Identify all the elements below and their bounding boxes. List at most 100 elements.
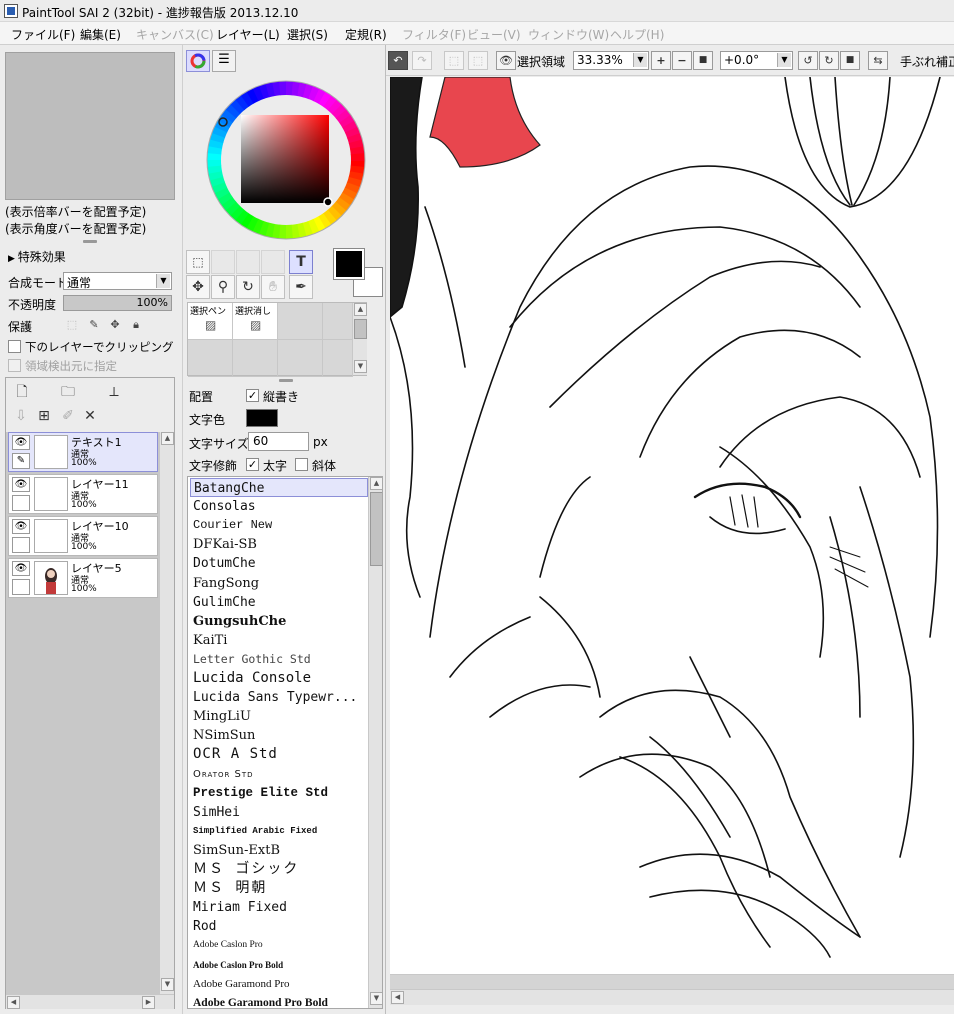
layer-list-scrollbar[interactable]: ▲ ▼ <box>159 432 174 994</box>
italic-checkbox[interactable] <box>295 458 308 471</box>
zoom-reset-icon[interactable]: ■ <box>693 51 713 70</box>
font-list-item[interactable]: Letter Gothic Std <box>190 650 368 669</box>
font-list-item[interactable]: DotumChe <box>190 554 368 573</box>
brush-cell-empty[interactable] <box>278 340 323 377</box>
protect-move-icon[interactable]: ✥ <box>107 317 123 333</box>
splitter-handle[interactable] <box>83 240 97 243</box>
edit-pencil-icon[interactable]: ✎ <box>12 453 30 469</box>
scroll-up-icon[interactable]: ▲ <box>354 303 367 316</box>
font-list-item[interactable]: Miriam Fixed <box>190 898 368 917</box>
font-list-item[interactable]: Courier New <box>190 516 368 535</box>
new-folder-icon[interactable]: 🗀︎ <box>58 382 78 402</box>
region-source-checkbox[interactable] <box>8 359 21 372</box>
layer-row[interactable]: 👁︎ レイヤー11 通常 100% <box>8 474 158 514</box>
deselect-icon[interactable]: ⬚ <box>444 51 464 70</box>
brush-cell-selection-eraser[interactable]: 選択消し ▨ <box>233 303 278 340</box>
font-list-item[interactable]: Prestige Elite Std <box>190 784 368 803</box>
protect-paint-icon[interactable]: ✎ <box>86 317 102 333</box>
edit-slot[interactable] <box>12 537 30 553</box>
scroll-right-icon[interactable]: ▶ <box>142 996 155 1009</box>
scroll-left-icon[interactable]: ◀ <box>391 991 404 1004</box>
rotate-ccw-icon[interactable]: ↺ <box>798 51 818 70</box>
vertical-checkbox[interactable]: ✓ <box>246 389 259 402</box>
font-list-item[interactable]: Orator Std <box>190 765 368 784</box>
font-list-item[interactable]: Simplified Arabic Fixed <box>190 822 368 841</box>
tool-slot[interactable] <box>261 250 285 274</box>
layer-row[interactable]: 👁︎ レイヤー10 通常 100% <box>8 516 158 556</box>
canvas-hscrollbar[interactable]: ◀ <box>390 989 954 1005</box>
transfer-down-icon[interactable]: ⇩ <box>11 406 31 426</box>
menu-help[interactable]: ヘルプ(H) <box>610 26 664 43</box>
color-wheel-tab[interactable] <box>186 50 210 72</box>
brush-cell-empty[interactable] <box>323 340 353 377</box>
brush-cell-empty[interactable] <box>278 303 323 340</box>
effects-expander[interactable]: ▶ 特殊効果 <box>8 248 66 265</box>
edit-slot[interactable] <box>12 579 30 595</box>
new-ruler-icon[interactable]: ⟂ <box>104 382 124 402</box>
font-list-item[interactable]: Lucida Sans Typewr... <box>190 688 368 707</box>
visibility-eye-icon[interactable]: 👁︎ <box>12 477 30 492</box>
menu-layer[interactable]: レイヤー(L) <box>216 26 280 43</box>
splitter-handle[interactable] <box>279 379 293 382</box>
selection-visibility-eye-icon[interactable]: 👁︎ <box>496 51 516 70</box>
invert-selection-icon[interactable]: ⬚ <box>468 51 488 70</box>
font-list-item[interactable]: Adobe Caslon Pro <box>190 936 368 955</box>
menu-filter[interactable]: フィルタ(F) <box>402 26 466 43</box>
blend-mode-select[interactable]: 通常 ▼ <box>63 272 172 290</box>
menu-file[interactable]: ファイル(F) <box>11 26 75 43</box>
font-list-scrollbar[interactable]: ▲ ▼ <box>368 477 382 1008</box>
brush-cell-empty[interactable] <box>188 340 233 377</box>
font-list-item[interactable]: DFKai-SB <box>190 535 368 554</box>
opacity-slider[interactable]: 100% <box>63 295 172 311</box>
scroll-left-icon[interactable]: ◀ <box>7 996 20 1009</box>
layer-row[interactable]: 👁︎ レイヤー5 通常 100% <box>8 558 158 598</box>
brush-cell-empty[interactable] <box>323 303 353 340</box>
new-layer-icon[interactable]: 🗋︎ <box>12 382 32 402</box>
move-icon[interactable]: ✥ <box>186 275 210 299</box>
text-size-input[interactable]: 60 <box>248 432 309 451</box>
scroll-thumb[interactable] <box>370 492 382 566</box>
font-list-item[interactable]: GungsuhChe <box>190 612 368 631</box>
font-list-item[interactable]: KaiTi <box>190 631 368 650</box>
zoom-select[interactable]: 33.33% ▼ <box>573 51 649 70</box>
menu-edit[interactable]: 編集(E) <box>80 26 121 43</box>
font-list-item[interactable]: OCR A Std <box>190 745 368 764</box>
sv-marker[interactable] <box>323 197 333 207</box>
redo-icon[interactable]: ↷ <box>412 51 432 70</box>
flip-horizontal-icon[interactable]: ⇆ <box>868 51 888 70</box>
scroll-down-icon[interactable]: ▼ <box>370 992 382 1005</box>
text-color-swatch[interactable] <box>246 409 278 427</box>
brush-cell-empty[interactable] <box>233 340 278 377</box>
layer-list-hscrollbar[interactable]: ◀ ▶ <box>6 994 174 1009</box>
menu-canvas[interactable]: キャンバス(C) <box>136 26 214 43</box>
scroll-down-icon[interactable]: ▼ <box>354 360 367 373</box>
font-list-item[interactable]: Rod <box>190 917 368 936</box>
scroll-thumb[interactable] <box>354 319 367 339</box>
scroll-down-icon[interactable]: ▼ <box>161 978 174 991</box>
hue-ring[interactable] <box>203 77 369 243</box>
rotation-reset-icon[interactable]: ■ <box>840 51 860 70</box>
visibility-eye-icon[interactable]: 👁︎ <box>12 561 30 576</box>
menu-view[interactable]: ビュー(V) <box>467 26 521 43</box>
eyedropper-icon[interactable]: ✒ <box>289 275 313 299</box>
tool-slot[interactable] <box>236 250 260 274</box>
navigator-preview[interactable] <box>5 52 175 200</box>
font-list-item[interactable]: Adobe Caslon Pro Bold <box>190 956 368 975</box>
zoom-out-icon[interactable]: − <box>672 51 692 70</box>
font-list-item[interactable]: Consolas <box>190 497 368 516</box>
protect-lock-icon[interactable]: 🔒︎ <box>128 317 144 333</box>
undo-icon[interactable]: ↶ <box>388 51 408 70</box>
menu-ruler[interactable]: 定規(R) <box>345 26 387 43</box>
visibility-eye-icon[interactable]: 👁︎ <box>12 519 30 534</box>
font-list-item[interactable]: Adobe Garamond Pro <box>190 975 368 994</box>
scroll-up-icon[interactable]: ▲ <box>370 477 382 490</box>
zoom-magnifier-icon[interactable]: ⚲ <box>211 275 235 299</box>
brush-cell-selection-pen[interactable]: 選択ペン ▨ <box>188 303 233 340</box>
text-tool-icon[interactable]: T <box>289 250 313 274</box>
brush-scrollbar[interactable]: ▲ ▼ <box>352 303 367 375</box>
font-list-item[interactable]: Adobe Garamond Pro Bold <box>190 994 368 1008</box>
font-list-item[interactable]: SimHei <box>190 803 368 822</box>
rotation-select[interactable]: +0.0° ▼ <box>720 51 793 70</box>
zoom-in-icon[interactable]: + <box>651 51 671 70</box>
protect-transparency-icon[interactable]: ⬚ <box>64 317 80 333</box>
